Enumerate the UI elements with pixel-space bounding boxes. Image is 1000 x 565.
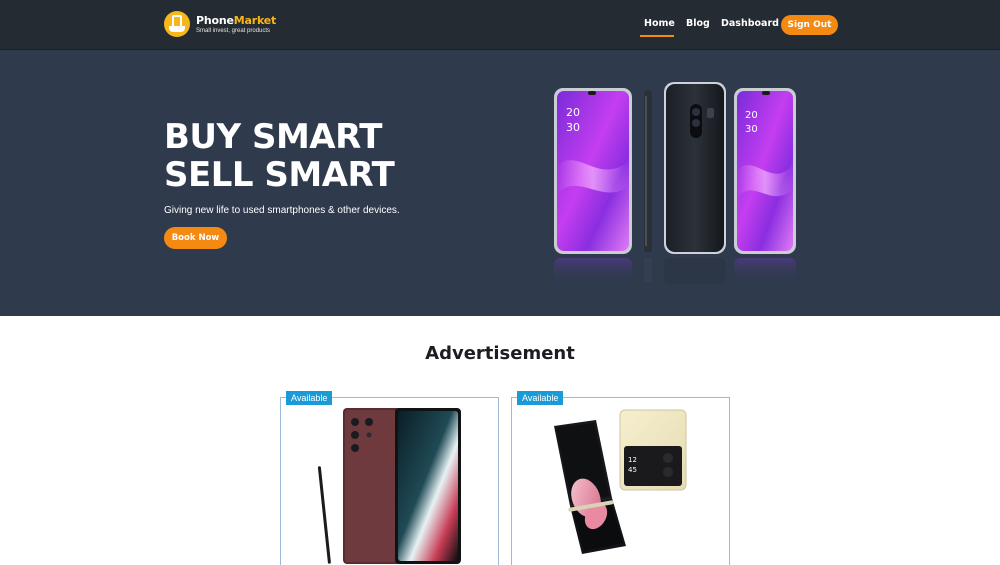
phone-clock-hour: 20 [566,106,580,119]
stylus-phone-image [317,408,461,564]
flip-phone-image: 12 45 [554,409,687,554]
hero-title-line-1: BUY SMART [164,117,382,157]
phone-clock-hour-2: 20 [745,110,758,121]
nav-link-dashboard[interactable]: Dashboard [721,18,779,29]
svg-text:12: 12 [628,456,637,464]
hero-banner: BUY SMART SELL SMART Giving new life to … [0,50,1000,316]
svg-text:45: 45 [628,466,637,474]
nav-link-blog[interactable]: Blog [686,18,710,29]
nav-link-home[interactable]: Home [644,18,675,29]
phone-clock-minute: 30 [566,121,580,134]
brand-name: PhoneMarket [196,13,277,27]
logo-text: PhoneMarket Small invest, great products [196,15,276,34]
active-nav-indicator [640,35,674,37]
phone-bag-logo-icon [164,11,190,37]
brand-tagline: Small invest, great products [196,27,271,34]
logo[interactable]: PhoneMarket Small invest, great products [164,11,276,37]
available-badge: Available [286,391,333,405]
available-badge: Available [517,391,564,405]
sign-out-button[interactable]: Sign Out [781,15,838,35]
hero-title-line-2: SELL SMART [164,155,395,195]
book-now-button[interactable]: Book Now [164,227,227,249]
hero-phones-image: 20 30 20 30 [554,82,796,286]
hero-subtitle: Giving new life to used smartphones & ot… [164,205,400,216]
hero-title: BUY SMART SELL SMART [164,117,395,195]
ad-card-2[interactable]: Available 12 45 [511,391,730,565]
advertisement-heading: Advertisement [425,343,575,364]
phone-clock-minute-2: 30 [745,124,758,135]
ad-card-1[interactable]: Available [280,391,499,565]
navbar: PhoneMarket Small invest, great products… [0,0,1000,50]
